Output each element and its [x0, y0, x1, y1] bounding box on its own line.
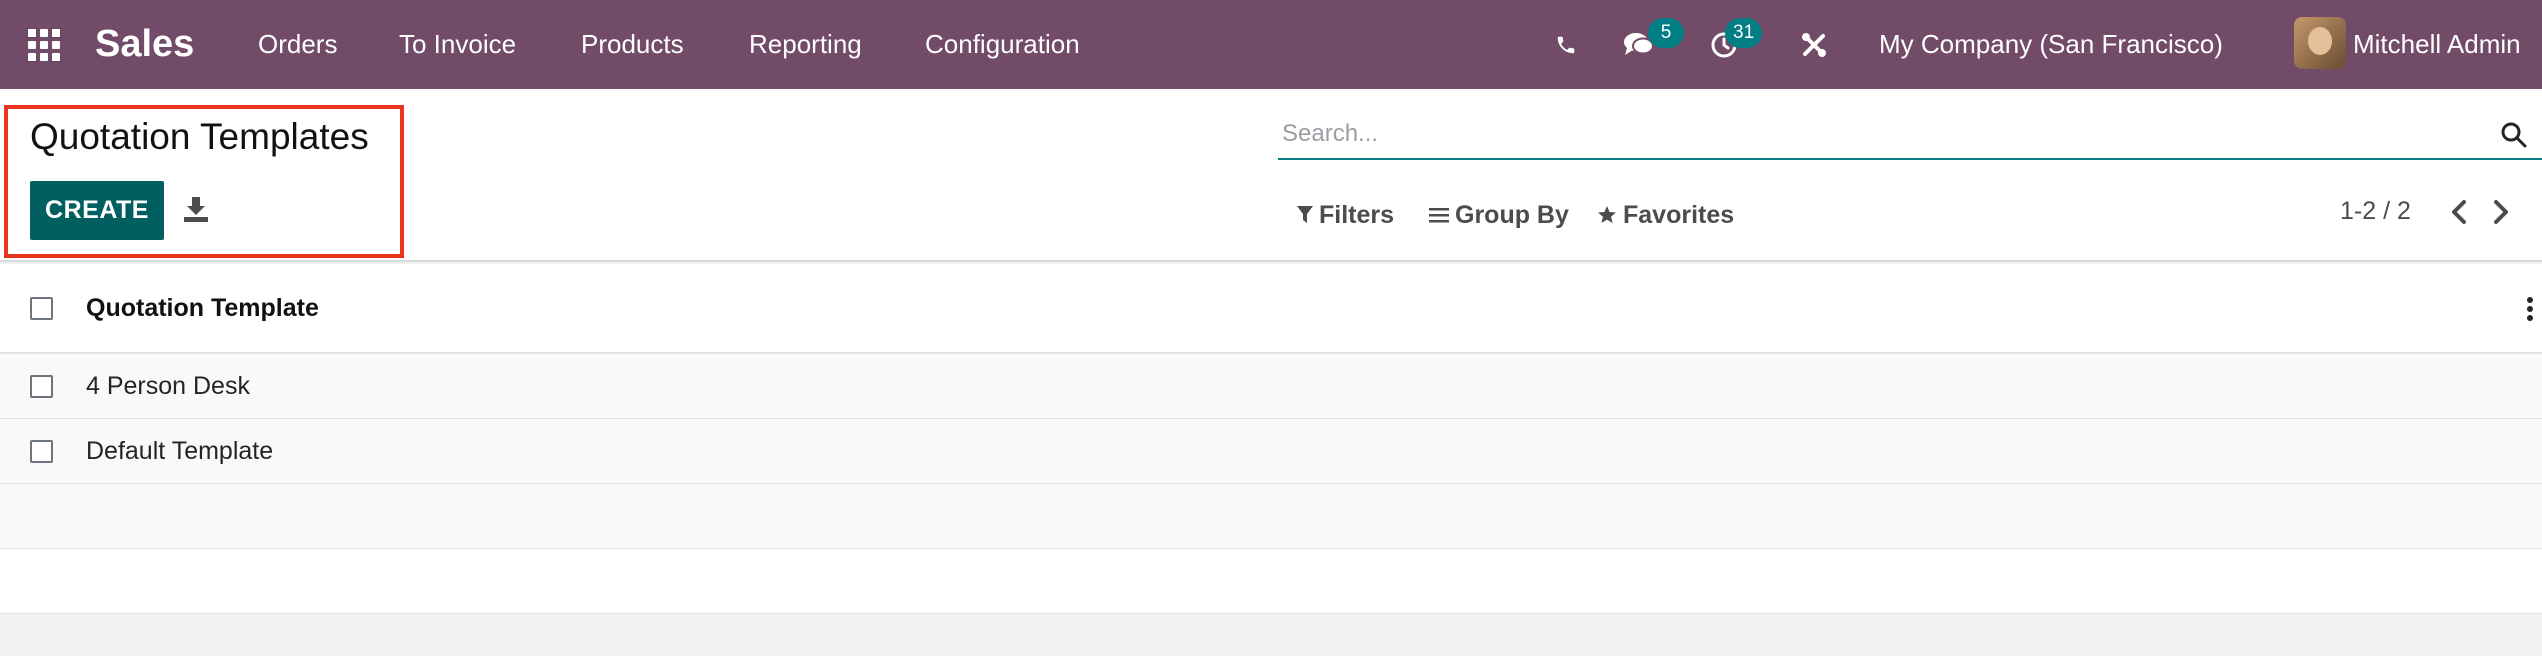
chevron-right-icon[interactable] — [2490, 197, 2512, 227]
table-row[interactable]: Default Template — [0, 419, 2542, 484]
activities-count-badge: 31 — [1725, 18, 1763, 48]
list-view: Quotation Template 4 Person Desk Default… — [0, 264, 2542, 614]
user-avatar[interactable] — [2294, 17, 2346, 69]
empty-row — [0, 549, 2542, 614]
download-icon[interactable] — [183, 195, 209, 223]
filter-icon — [1297, 206, 1313, 223]
chevron-left-icon[interactable] — [2448, 197, 2470, 227]
row-name-cell[interactable]: 4 Person Desk — [86, 372, 250, 401]
search-input[interactable] — [1278, 110, 2542, 160]
row-checkbox[interactable] — [30, 375, 53, 398]
create-button[interactable]: CREATE — [30, 181, 164, 240]
app-name[interactable]: Sales — [95, 0, 194, 89]
table-row[interactable]: 4 Person Desk — [0, 354, 2542, 419]
group-by-label: Group By — [1455, 200, 1569, 229]
select-all-checkbox[interactable] — [30, 297, 53, 320]
apps-menu-icon[interactable] — [28, 0, 68, 89]
messages-count-badge: 5 — [1648, 18, 1684, 48]
menu-item-to-invoice[interactable]: To Invoice — [399, 0, 516, 89]
filters-label: Filters — [1319, 200, 1395, 229]
search-icon[interactable] — [2500, 121, 2528, 149]
star-icon — [1598, 206, 1616, 223]
filters-button[interactable]: Filters — [1297, 197, 1394, 233]
favorites-label: Favorites — [1623, 200, 1735, 229]
list-header: Quotation Template — [0, 264, 2542, 354]
menu-item-reporting[interactable]: Reporting — [749, 0, 862, 89]
more-vertical-icon[interactable] — [2526, 296, 2534, 322]
chat-icon[interactable] — [1623, 0, 1655, 89]
empty-row — [0, 484, 2542, 549]
menu-item-products[interactable]: Products — [581, 0, 684, 89]
pager-value[interactable]: 1-2 / 2 — [2340, 197, 2411, 226]
list-icon — [1429, 208, 1449, 223]
group-by-button[interactable]: Group By — [1429, 197, 1569, 233]
page-title: Quotation Templates — [30, 116, 369, 157]
favorites-button[interactable]: Favorites — [1597, 197, 1734, 233]
phone-icon[interactable] — [1555, 0, 1577, 89]
row-name-cell[interactable]: Default Template — [86, 437, 273, 466]
control-panel: Quotation Templates CREATE Filters Group… — [0, 89, 2542, 262]
menu-item-orders[interactable]: Orders — [258, 0, 337, 89]
user-menu[interactable]: Mitchell Admin — [2353, 0, 2521, 89]
top-navbar: Sales Orders To Invoice Products Reporti… — [0, 0, 2542, 89]
column-header-quotation-template[interactable]: Quotation Template — [86, 294, 319, 323]
row-checkbox[interactable] — [30, 440, 53, 463]
menu-item-configuration[interactable]: Configuration — [925, 0, 1080, 89]
company-switcher[interactable]: My Company (San Francisco) — [1879, 0, 2223, 89]
tools-icon[interactable] — [1800, 0, 1828, 89]
